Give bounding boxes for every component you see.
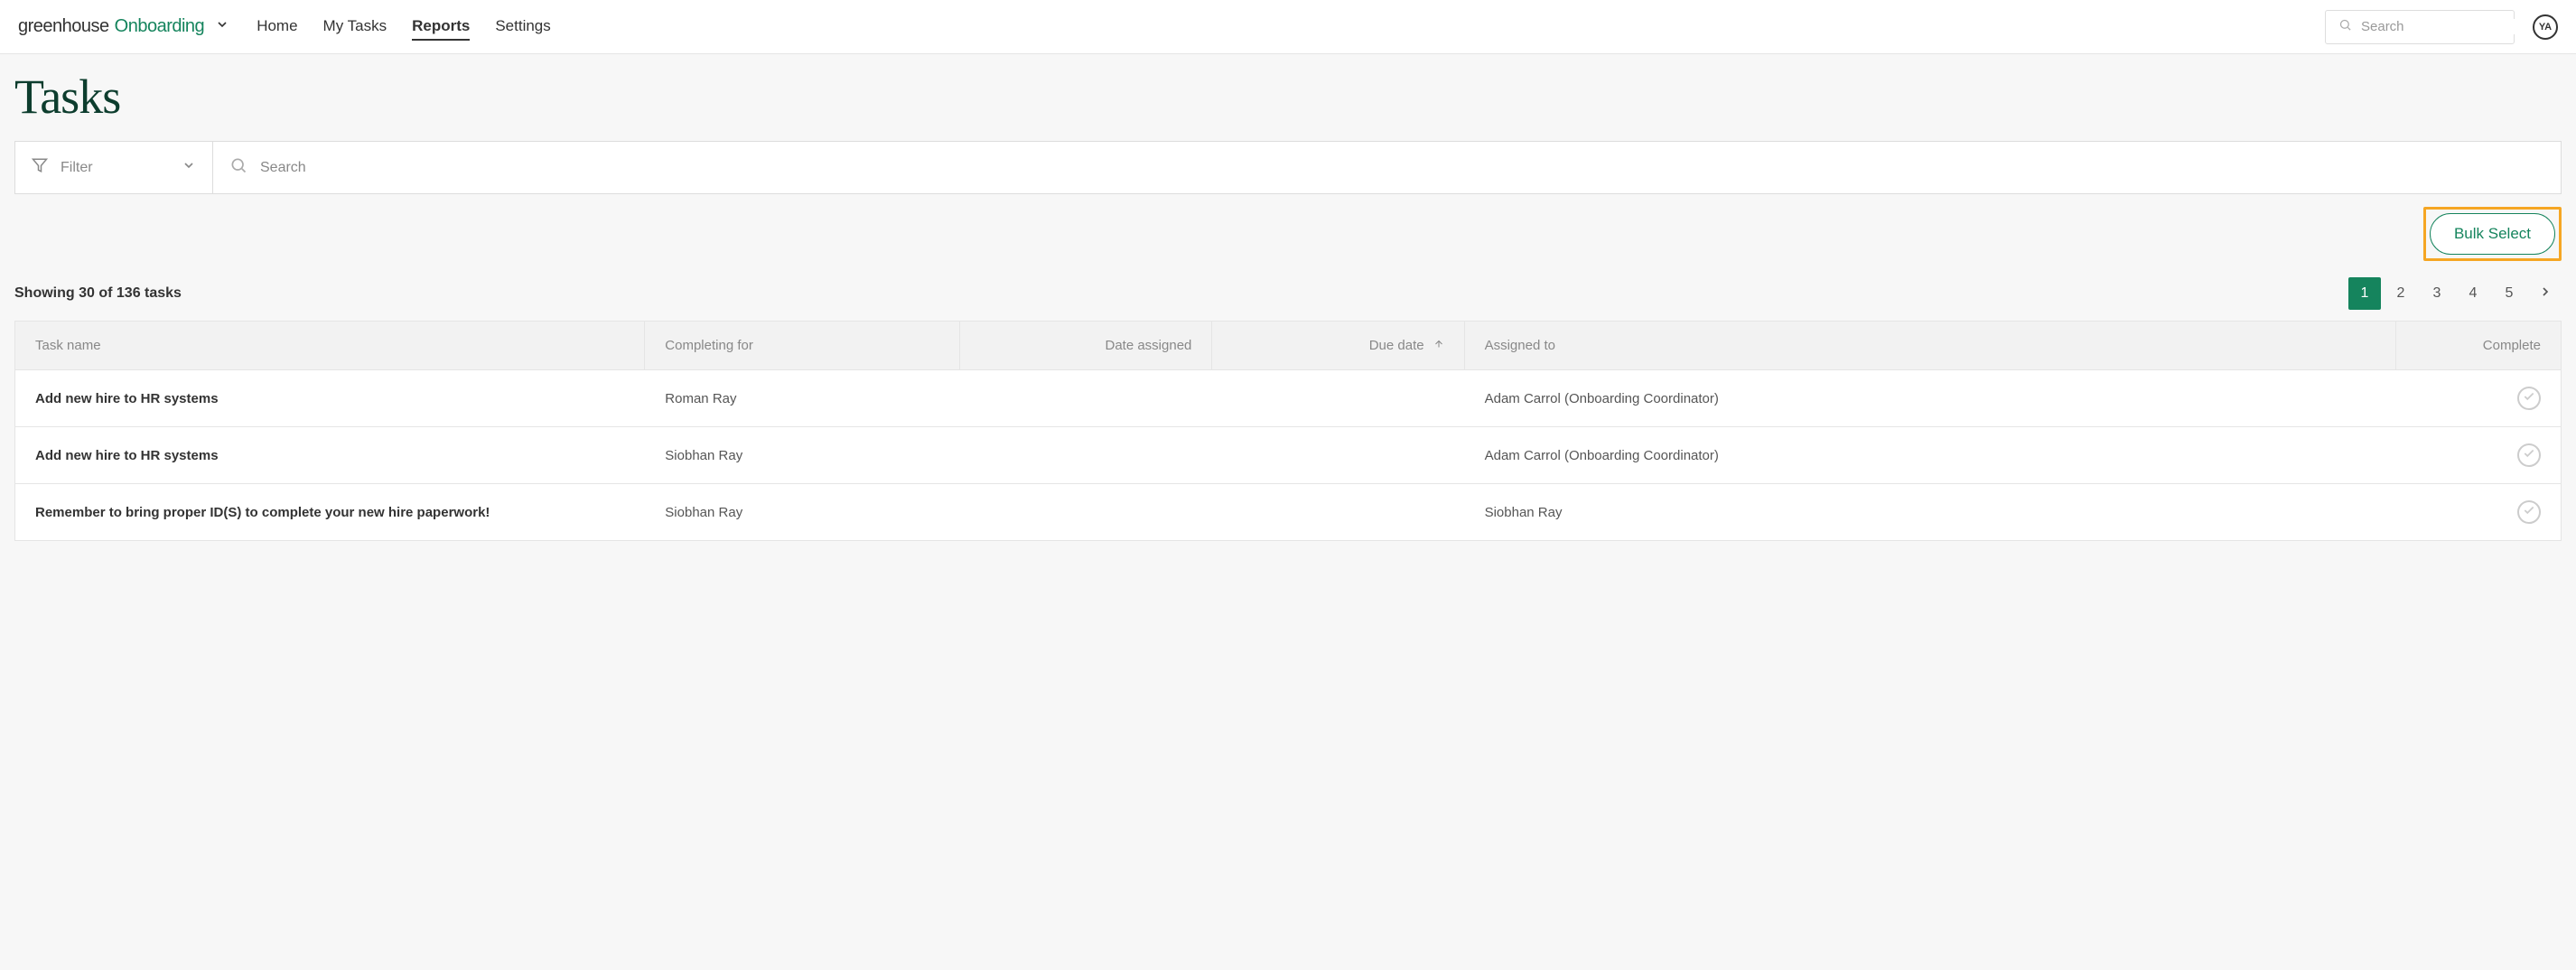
- cell-task-name: Add new hire to HR systems: [15, 375, 645, 423]
- col-due-date[interactable]: Due date: [1212, 322, 1464, 369]
- page-next[interactable]: [2529, 277, 2562, 310]
- global-search[interactable]: [2325, 10, 2515, 44]
- nav-reports[interactable]: Reports: [412, 14, 470, 41]
- cell-task-name: Add new hire to HR systems: [15, 432, 645, 480]
- col-date-assigned[interactable]: Date assigned: [960, 322, 1212, 369]
- filter-dropdown[interactable]: Filter: [14, 141, 213, 194]
- table-body: Add new hire to HR systems Roman Ray Ada…: [15, 370, 2561, 540]
- bulk-select-row: Bulk Select: [14, 207, 2562, 261]
- chevron-down-icon[interactable]: [215, 17, 229, 36]
- bulk-select-highlight: Bulk Select: [2423, 207, 2562, 261]
- topbar-right: YA: [2325, 10, 2558, 44]
- cell-date-assigned: [960, 496, 1212, 528]
- table-meta: Showing 30 of 136 tasks 1 2 3 4 5: [14, 277, 2562, 310]
- cell-due-date: [1212, 439, 1464, 471]
- filter-icon: [32, 157, 48, 178]
- task-search-input[interactable]: [260, 160, 2544, 176]
- result-count: Showing 30 of 136 tasks: [14, 285, 182, 302]
- table-row[interactable]: Add new hire to HR systems Roman Ray Ada…: [15, 370, 2561, 427]
- col-due-date-label: Due date: [1369, 338, 1424, 353]
- avatar[interactable]: YA: [2533, 14, 2558, 40]
- nav-my-tasks[interactable]: My Tasks: [323, 14, 387, 41]
- logo-secondary: Onboarding: [115, 16, 205, 37]
- cell-complete: [2396, 427, 2561, 483]
- check-icon: [2523, 447, 2535, 463]
- chevron-right-icon: [2538, 284, 2553, 303]
- cell-complete: [2396, 370, 2561, 426]
- nav-links: Home My Tasks Reports Settings: [257, 14, 551, 41]
- col-task-name[interactable]: Task name: [15, 322, 645, 369]
- tasks-table: Task name Completing for Date assigned D…: [14, 321, 2562, 541]
- search-icon: [2338, 18, 2352, 36]
- global-search-input[interactable]: [2361, 19, 2541, 34]
- page-4[interactable]: 4: [2457, 277, 2489, 310]
- cell-assigned-to: Adam Carrol (Onboarding Coordinator): [1465, 432, 2397, 480]
- complete-toggle[interactable]: [2517, 387, 2541, 410]
- cell-complete: [2396, 484, 2561, 540]
- page-2[interactable]: 2: [2385, 277, 2417, 310]
- page-title: Tasks: [14, 69, 2562, 125]
- nav-home[interactable]: Home: [257, 14, 297, 41]
- cell-assigned-to: Adam Carrol (Onboarding Coordinator): [1465, 375, 2397, 423]
- avatar-initials: YA: [2539, 22, 2552, 33]
- filter-label: Filter: [61, 160, 93, 176]
- check-icon: [2523, 390, 2535, 406]
- cell-assigned-to: Siobhan Ray: [1465, 489, 2397, 536]
- cell-completing-for: Siobhan Ray: [645, 489, 960, 536]
- sort-asc-icon: [1433, 338, 1444, 353]
- table-row[interactable]: Remember to bring proper ID(S) to comple…: [15, 484, 2561, 540]
- main-content: Tasks Filter Bulk Select Show: [0, 54, 2576, 555]
- page-5[interactable]: 5: [2493, 277, 2525, 310]
- complete-toggle[interactable]: [2517, 443, 2541, 467]
- nav-settings[interactable]: Settings: [495, 14, 550, 41]
- pagination: 1 2 3 4 5: [2348, 277, 2562, 310]
- col-completing-for[interactable]: Completing for: [645, 322, 960, 369]
- cell-completing-for: Siobhan Ray: [645, 432, 960, 480]
- check-icon: [2523, 504, 2535, 520]
- cell-date-assigned: [960, 439, 1212, 471]
- col-complete[interactable]: Complete: [2396, 322, 2561, 369]
- task-search[interactable]: [213, 141, 2562, 194]
- top-nav: greenhouse Onboarding Home My Tasks Repo…: [0, 0, 2576, 54]
- chevron-down-icon: [182, 158, 196, 177]
- search-icon: [229, 156, 247, 179]
- bulk-select-button[interactable]: Bulk Select: [2430, 213, 2555, 255]
- cell-due-date: [1212, 382, 1464, 415]
- filter-search-row: Filter: [14, 141, 2562, 194]
- col-assigned-to[interactable]: Assigned to: [1465, 322, 2397, 369]
- page-1[interactable]: 1: [2348, 277, 2381, 310]
- cell-due-date: [1212, 496, 1464, 528]
- cell-task-name: Remember to bring proper ID(S) to comple…: [15, 489, 645, 536]
- table-header: Task name Completing for Date assigned D…: [15, 322, 2561, 370]
- cell-date-assigned: [960, 382, 1212, 415]
- app-logo[interactable]: greenhouse Onboarding: [18, 16, 229, 37]
- cell-completing-for: Roman Ray: [645, 375, 960, 423]
- table-row[interactable]: Add new hire to HR systems Siobhan Ray A…: [15, 427, 2561, 484]
- complete-toggle[interactable]: [2517, 500, 2541, 524]
- page-3[interactable]: 3: [2421, 277, 2453, 310]
- logo-primary: greenhouse: [18, 16, 109, 37]
